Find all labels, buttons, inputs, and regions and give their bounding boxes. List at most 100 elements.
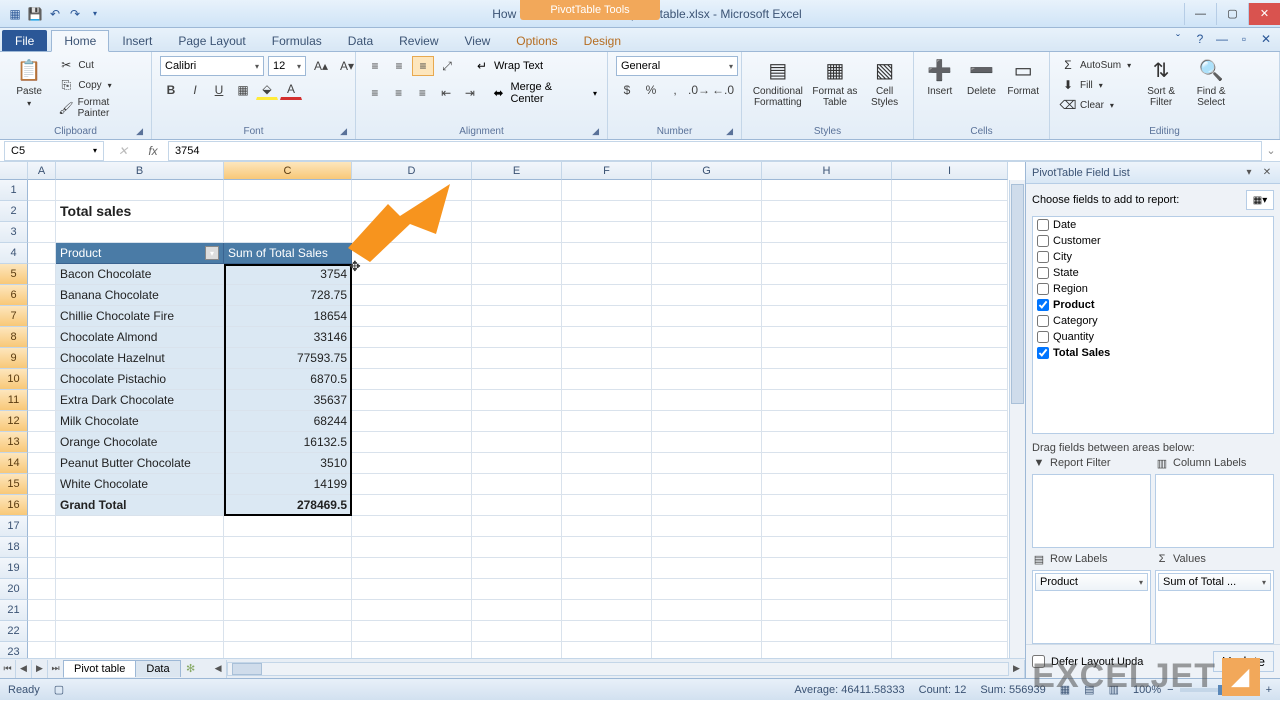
cell[interactable] <box>472 264 562 285</box>
zoom-slider[interactable] <box>1180 688 1260 692</box>
cell[interactable] <box>562 453 652 474</box>
sheet-nav-last[interactable]: ⏭ <box>48 660 64 678</box>
cell[interactable] <box>562 642 652 658</box>
cell[interactable] <box>562 327 652 348</box>
sheet-tab-active[interactable]: Pivot table <box>63 660 136 677</box>
cell[interactable] <box>28 579 56 600</box>
vertical-scrollbar[interactable] <box>1009 180 1025 658</box>
cell[interactable] <box>652 411 762 432</box>
cell[interactable] <box>892 600 1008 621</box>
cell[interactable] <box>892 306 1008 327</box>
maximize-button[interactable]: ▢ <box>1216 3 1248 25</box>
number-dialog-launcher[interactable]: ◢ <box>726 126 733 137</box>
cell[interactable] <box>562 432 652 453</box>
minimize-ribbon-icon[interactable]: ˇ <box>1170 31 1186 47</box>
cell[interactable] <box>56 579 224 600</box>
save-icon[interactable]: 💾 <box>26 5 44 23</box>
cell[interactable]: 278469.5 <box>224 495 352 516</box>
row-header-17[interactable]: 17 <box>0 516 28 537</box>
cell[interactable] <box>472 495 562 516</box>
cell[interactable] <box>652 537 762 558</box>
pivot-filter-button[interactable]: ▾ <box>205 246 219 260</box>
cell[interactable] <box>28 201 56 222</box>
cell[interactable] <box>224 222 352 243</box>
column-header-B[interactable]: B <box>56 162 224 180</box>
row-header-13[interactable]: 13 <box>0 432 28 453</box>
cell[interactable] <box>652 600 762 621</box>
cell[interactable]: Total sales <box>56 201 224 222</box>
cell[interactable] <box>472 642 562 658</box>
cell[interactable] <box>472 222 562 243</box>
field-checkbox[interactable] <box>1037 299 1049 311</box>
field-checkbox[interactable] <box>1037 347 1049 359</box>
increase-decimal-button[interactable]: .0→ <box>688 80 710 100</box>
column-header-C[interactable]: C <box>224 162 352 180</box>
column-header-G[interactable]: G <box>652 162 762 180</box>
cell[interactable] <box>652 495 762 516</box>
cell[interactable] <box>562 285 652 306</box>
cell[interactable] <box>472 369 562 390</box>
formula-input[interactable]: 3754 <box>168 141 1262 161</box>
column-header-A[interactable]: A <box>28 162 56 180</box>
workbook-minimize-icon[interactable]: — <box>1214 31 1230 47</box>
tab-design[interactable]: Design <box>571 30 634 51</box>
cell[interactable] <box>562 264 652 285</box>
cell[interactable] <box>352 285 472 306</box>
row-header-3[interactable]: 3 <box>0 222 28 243</box>
cell[interactable] <box>28 432 56 453</box>
align-top-button[interactable]: ≡ <box>364 56 386 76</box>
field-date[interactable]: Date <box>1033 217 1273 233</box>
cell[interactable] <box>352 537 472 558</box>
row-header-23[interactable]: 23 <box>0 642 28 658</box>
tab-view[interactable]: View <box>452 30 504 51</box>
field-list-layout-button[interactable]: ▦▾ <box>1246 190 1274 210</box>
field-quantity[interactable]: Quantity <box>1033 329 1273 345</box>
cell[interactable] <box>652 264 762 285</box>
cell[interactable]: Extra Dark Chocolate <box>56 390 224 411</box>
font-name-combo[interactable]: Calibri▾ <box>160 56 264 76</box>
underline-button[interactable]: U <box>208 80 230 100</box>
cell[interactable] <box>28 453 56 474</box>
tab-page-layout[interactable]: Page Layout <box>165 30 258 51</box>
worksheet-grid[interactable]: ABCDEFGHI 123456789101112131415161718192… <box>0 162 1025 658</box>
cell[interactable] <box>562 180 652 201</box>
tab-insert[interactable]: Insert <box>109 30 165 51</box>
cell[interactable] <box>472 411 562 432</box>
column-header-H[interactable]: H <box>762 162 892 180</box>
sheet-tab[interactable]: Data <box>135 660 180 677</box>
cell[interactable] <box>472 390 562 411</box>
tab-file[interactable]: File <box>2 30 47 51</box>
cell[interactable] <box>892 390 1008 411</box>
cell[interactable] <box>352 495 472 516</box>
cell[interactable] <box>352 264 472 285</box>
cell[interactable] <box>562 411 652 432</box>
cell[interactable] <box>352 411 472 432</box>
cell[interactable] <box>56 642 224 658</box>
horizontal-scrollbar-thumb[interactable] <box>232 663 262 675</box>
cell[interactable] <box>352 474 472 495</box>
field-list-close-icon[interactable]: ✕ <box>1260 166 1274 180</box>
cell[interactable] <box>56 600 224 621</box>
conditional-formatting-button[interactable]: ▤Conditional Formatting <box>750 56 806 108</box>
cell[interactable]: 16132.5 <box>224 432 352 453</box>
cell[interactable] <box>652 432 762 453</box>
cell[interactable] <box>762 432 892 453</box>
cell[interactable] <box>28 537 56 558</box>
defer-layout-checkbox[interactable] <box>1032 655 1045 668</box>
cell[interactable] <box>28 516 56 537</box>
cell[interactable] <box>562 243 652 264</box>
cell[interactable] <box>762 600 892 621</box>
cell[interactable] <box>28 264 56 285</box>
cell[interactable] <box>56 180 224 201</box>
bold-button[interactable]: B <box>160 80 182 100</box>
cell[interactable] <box>562 537 652 558</box>
row-header-5[interactable]: 5 <box>0 264 28 285</box>
cell[interactable] <box>892 369 1008 390</box>
sheet-nav-next[interactable]: ▶ <box>32 660 48 678</box>
cell[interactable] <box>762 222 892 243</box>
view-pagebreak-icon[interactable]: ▥ <box>1109 683 1119 696</box>
cell[interactable] <box>472 243 562 264</box>
cell[interactable] <box>762 264 892 285</box>
copy-button[interactable]: ⎘Copy▾ <box>56 76 143 94</box>
cell[interactable]: Sum of Total Sales <box>224 243 352 264</box>
